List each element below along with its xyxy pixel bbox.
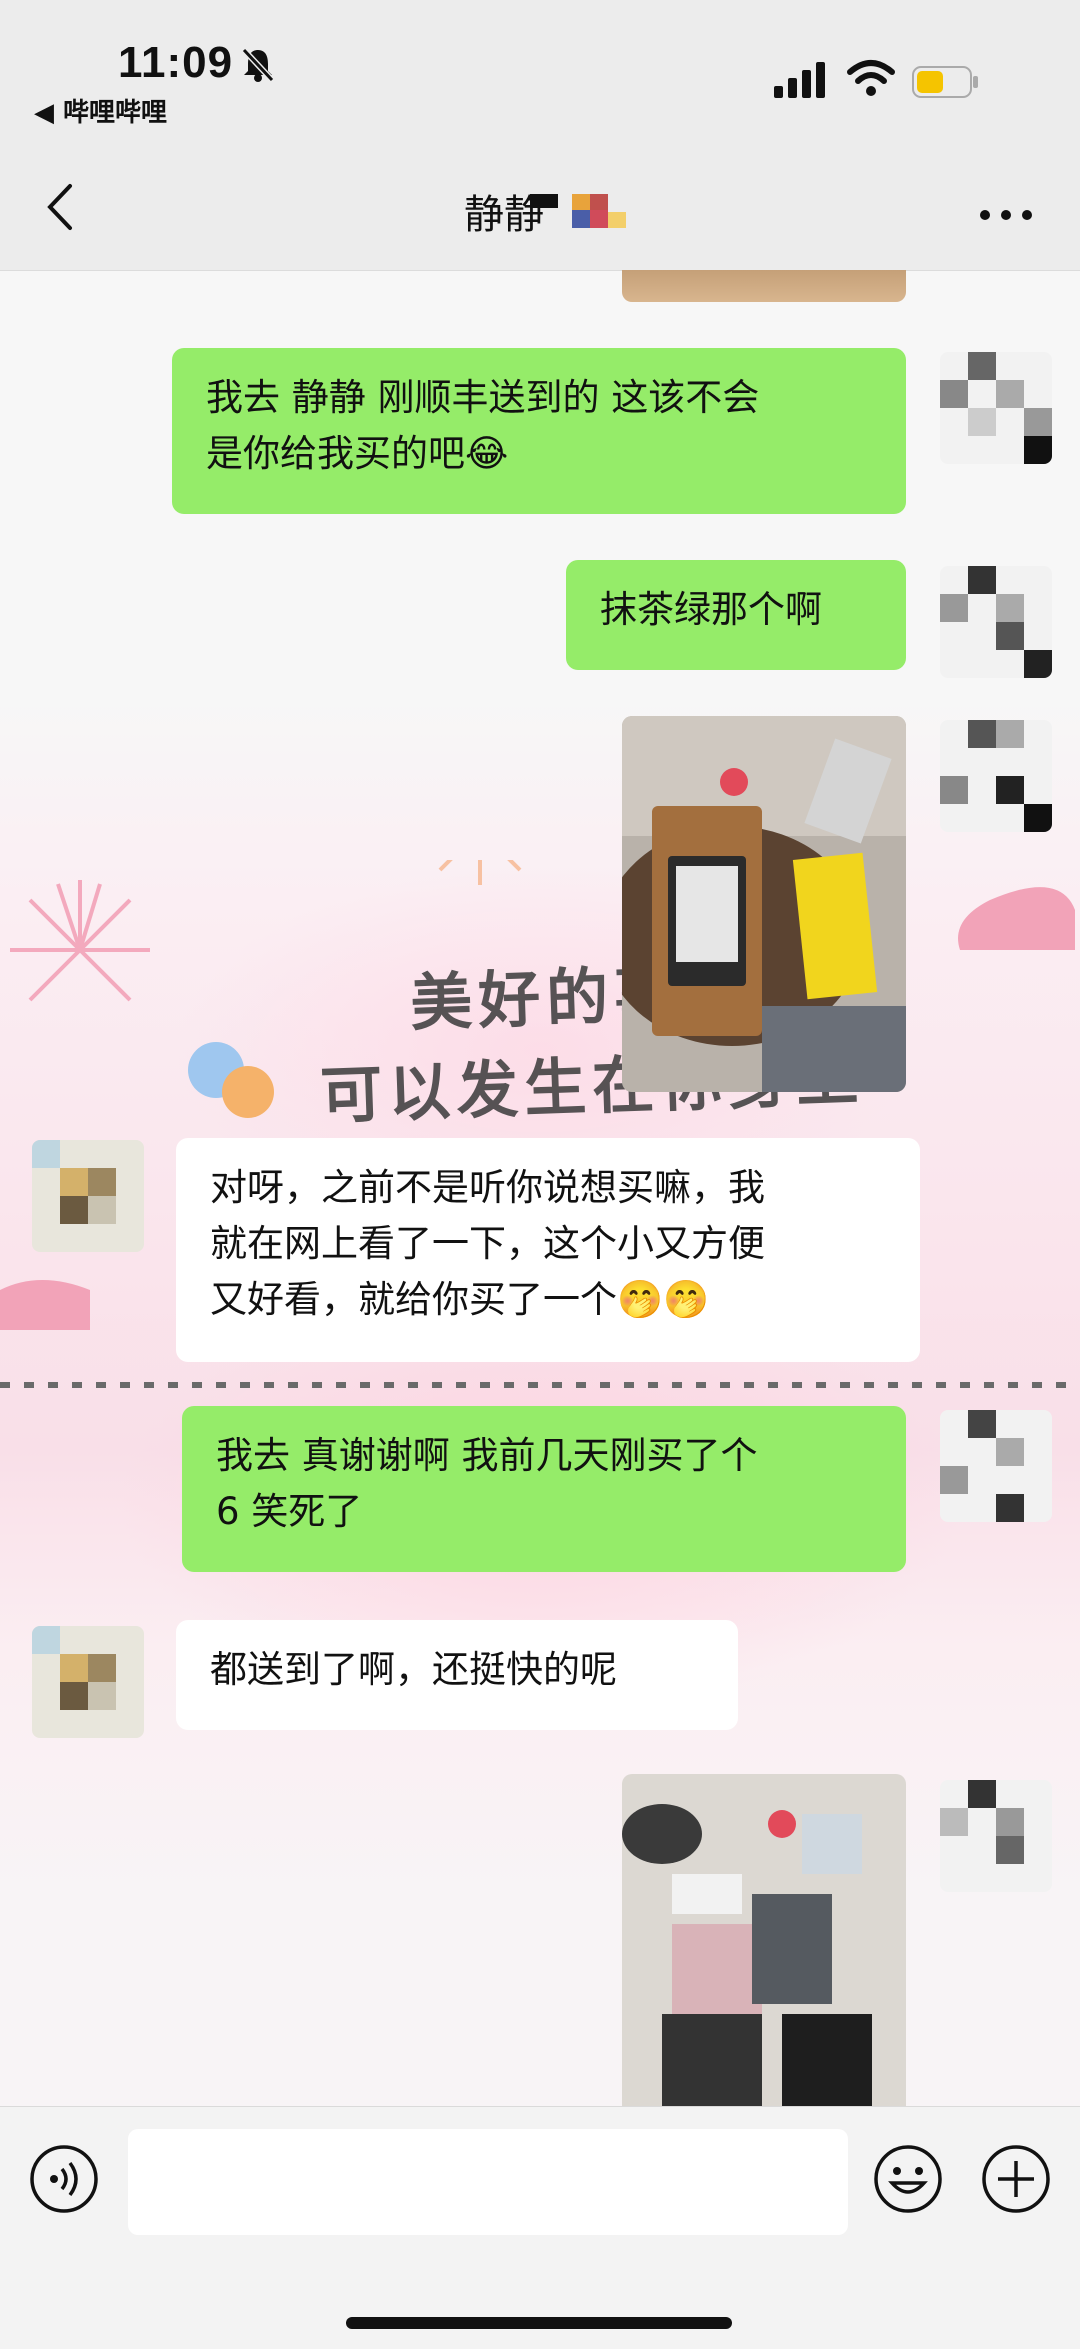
message-text: 就在网上看了一下，这个小又方便 [210, 1222, 765, 1265]
chat-input-bar [0, 2106, 1080, 2349]
my-avatar[interactable] [940, 720, 1052, 832]
message-text: 对呀，之前不是听你说想买嘛，我 [210, 1166, 765, 1209]
my-avatar[interactable] [940, 1410, 1052, 1522]
back-to-app-link[interactable]: ◀ 哔哩哔哩 [34, 92, 167, 129]
message-text: 我去 真谢谢啊 我前几天刚买了个 [216, 1434, 758, 1477]
my-avatar[interactable] [940, 1780, 1052, 1892]
message-bubble-contact[interactable]: 对呀，之前不是听你说想买嘛，我 就在网上看了一下，这个小又方便 又好看，就给你买… [176, 1138, 920, 1362]
wifi-icon [847, 60, 895, 96]
add-more-icon[interactable] [980, 2143, 1052, 2215]
chat-header: 静静 [0, 130, 1080, 271]
message-bubble-mine[interactable]: 我去 静静 刚顺丰送到的 这该不会 是你给我买的吧😂 [172, 348, 906, 514]
contact-avatar[interactable] [32, 1140, 144, 1252]
my-avatar[interactable] [940, 566, 1052, 678]
message-bubble-mine[interactable]: 抹茶绿那个啊 [566, 560, 906, 670]
message-text: 都送到了啊，还挺快的呢 [210, 1648, 617, 1691]
title-emoji-icon [572, 194, 626, 228]
message-text: 又好看，就给你买了一个🤭🤭 [210, 1278, 710, 1321]
status-bar: 11:09 ◀ 哔哩哔哩 [0, 0, 1080, 130]
message-bubble-contact[interactable]: 都送到了啊，还挺快的呢 [176, 1620, 738, 1730]
battery-icon [912, 66, 978, 98]
more-options-icon[interactable] [978, 208, 1034, 222]
message-image-kindle[interactable] [622, 716, 906, 1092]
home-indicator [346, 2317, 732, 2329]
message-image-package[interactable] [622, 270, 906, 302]
message-bubble-mine[interactable]: 我去 真谢谢啊 我前几天刚买了个 6 笑死了 [182, 1406, 906, 1572]
status-time: 11:09 [118, 38, 234, 87]
bell-muted-icon [241, 47, 275, 83]
message-input[interactable] [128, 2129, 848, 2235]
contact-avatar[interactable] [32, 1626, 144, 1738]
emoji-icon[interactable] [872, 2143, 944, 2215]
title-redaction [530, 194, 558, 208]
message-text: 6 笑死了 [216, 1490, 363, 1533]
message-text: 是你给我买的吧😂 [206, 432, 509, 475]
message-text: 抹茶绿那个啊 [600, 588, 822, 631]
chat-title: 静静 [464, 192, 544, 238]
back-arrow-icon[interactable] [40, 182, 80, 232]
message-image-unboxing[interactable] [622, 1774, 906, 2106]
message-text: 我去 静静 刚顺丰送到的 这该不会 [206, 376, 760, 419]
my-avatar[interactable] [940, 352, 1052, 464]
voice-input-icon[interactable] [28, 2143, 100, 2215]
signal-icon [774, 62, 825, 98]
